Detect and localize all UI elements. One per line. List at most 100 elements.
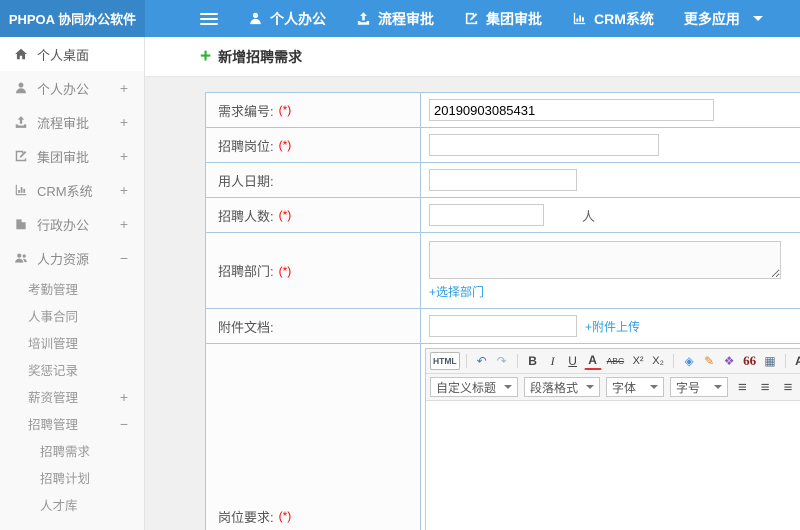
sidebar-item-label: 薪资管理 [28, 391, 79, 405]
sidebar-item-label: 集团审批 [37, 149, 90, 165]
italic-button[interactable]: I [544, 352, 562, 370]
sidebar-item-label: 奖惩记录 [28, 364, 79, 378]
caret-down-icon [752, 16, 763, 21]
caret-down-icon [586, 385, 595, 389]
expand-toggle[interactable]: − [120, 250, 128, 266]
value-cell: HTML↶↷BIUAABCX²X₂◈✎❖66▦A 自定义标题段落格式字体字号≡≡… [421, 344, 800, 530]
rich-text-editor: HTML↶↷BIUAABCX²X₂◈✎❖66▦A 自定义标题段落格式字体字号≡≡… [425, 348, 800, 530]
expand-toggle[interactable]: + [120, 389, 128, 405]
field-label: 招聘部门: [218, 264, 274, 279]
editor-content-area[interactable] [426, 401, 800, 530]
hamburger-icon [200, 17, 218, 20]
value-cell: 人 [421, 198, 800, 232]
align-right-button[interactable]: ≡ [780, 379, 797, 396]
align-left-button[interactable]: ≡ [734, 379, 751, 396]
sidebar-item-attendance-mgmt[interactable]: 考勤管理 [0, 275, 144, 302]
nav-item-label: 流程审批 [378, 10, 434, 27]
nav-item-personal-office[interactable]: 个人办公 [248, 9, 326, 29]
html-source-button[interactable]: HTML [430, 352, 460, 370]
nav-item-label: 个人办公 [270, 10, 326, 27]
font-size-select[interactable]: 字号 [670, 377, 729, 397]
nav-item-group-approval[interactable]: 集团审批 [464, 9, 542, 29]
sidebar-item-salary-mgmt[interactable]: 薪资管理 + [0, 383, 144, 410]
sidebar-item-recruit-plan[interactable]: 招聘计划 [0, 464, 144, 491]
select-label: 段落格式 [530, 380, 579, 395]
sidebar-item-group-approval[interactable]: 集团审批 + [0, 139, 144, 173]
nav-item-label: CRM系统 [594, 10, 654, 27]
sidebar-item-admin-office[interactable]: 行政办公 + [0, 207, 144, 241]
form-row-recruit-post: 招聘岗位: (*) [206, 128, 800, 163]
edit-icon [14, 149, 28, 163]
sidebar-item-personal-desktop[interactable]: 个人桌面 [0, 37, 144, 71]
sidebar-item-recruit-demand[interactable]: 招聘需求 [0, 437, 144, 464]
insert-table-button[interactable]: ▦ [761, 352, 779, 370]
sidebar-item-hr-contract[interactable]: 人事合同 [0, 302, 144, 329]
expand-toggle[interactable]: + [120, 114, 128, 130]
headcount-input[interactable] [429, 204, 544, 226]
undo-button[interactable]: ↶ [473, 352, 491, 370]
home-icon [14, 47, 28, 61]
field-label: 岗位要求: [218, 509, 274, 525]
form-row-attachment: 附件文档: +附件上传 [206, 309, 800, 344]
expand-toggle[interactable]: + [120, 148, 128, 164]
sidebar-item-recruit-mgmt[interactable]: 招聘管理 − [0, 410, 144, 437]
underline-button[interactable]: U [564, 352, 582, 370]
recruit-dept-textarea[interactable] [429, 241, 781, 279]
field-label: 需求编号: [218, 103, 274, 119]
label-cell: 需求编号: (*) [206, 93, 421, 127]
sidebar-item-human-resources[interactable]: 人力资源 − [0, 241, 144, 275]
select-dept-link[interactable]: +选择部门 [429, 283, 484, 300]
demand-no-input[interactable] [429, 99, 714, 121]
blockquote-button[interactable]: 66 [740, 352, 759, 370]
sidebar-item-personal-office[interactable]: 个人办公 + [0, 71, 144, 105]
strikethrough-button[interactable]: ABC [604, 352, 627, 370]
custom-title-select[interactable]: 自定义标题 [430, 377, 519, 397]
sidebar-item-talent-pool[interactable]: 人才库 [0, 491, 144, 518]
highlight-button[interactable]: ❖ [720, 352, 738, 370]
font-options-button[interactable]: A [792, 352, 800, 370]
toolbar-separator [785, 354, 787, 368]
eraser-button[interactable]: ◈ [680, 352, 698, 370]
field-label: 附件文档: [218, 319, 274, 335]
required-marker: (*) [278, 263, 292, 278]
sidebar-item-label: 行政办公 [37, 217, 90, 233]
expand-toggle[interactable]: + [120, 182, 128, 198]
caret-down-icon [504, 385, 513, 389]
field-label: 用人日期: [218, 173, 274, 189]
users-icon [14, 251, 28, 265]
user-icon [14, 81, 28, 95]
nav-item-crm-system[interactable]: CRM系统 [572, 9, 654, 29]
sidebar-item-label: 人力资源 [37, 251, 90, 267]
paragraph-format-select[interactable]: 段落格式 [524, 377, 601, 397]
expand-toggle[interactable]: − [120, 416, 128, 432]
sidebar-item-reward-punish[interactable]: 奖惩记录 [0, 356, 144, 383]
subscript-button[interactable]: X₂ [649, 352, 667, 370]
nav-item-workflow-approval[interactable]: 流程审批 [356, 9, 434, 29]
sidebar-item-training-mgmt[interactable]: 培训管理 [0, 329, 144, 356]
font-family-select[interactable]: 字体 [606, 377, 665, 397]
edit-icon [464, 11, 479, 26]
font-color-button[interactable]: A [583, 352, 602, 370]
main-content: + 新增招聘需求 需求编号: (*) 招聘岗位: (*) [145, 37, 800, 530]
value-cell [421, 163, 800, 197]
sidebar-item-crm-system[interactable]: CRM系统 + [0, 173, 144, 207]
sidebar-item-label: 招聘需求 [40, 445, 91, 459]
recruit-post-input[interactable] [429, 134, 659, 156]
bold-button[interactable]: B [524, 352, 542, 370]
expand-toggle[interactable]: + [120, 216, 128, 232]
format-brush-button[interactable]: ✎ [700, 352, 718, 370]
attachment-input[interactable] [429, 315, 577, 337]
menu-toggle[interactable] [200, 12, 218, 25]
caret-down-icon [650, 385, 659, 389]
nav-item-more-apps[interactable]: 更多应用 [684, 9, 763, 29]
toolbar-separator [673, 354, 675, 368]
value-cell [421, 93, 800, 127]
superscript-button[interactable]: X² [629, 352, 647, 370]
expand-toggle[interactable]: + [120, 80, 128, 96]
attachment-upload-link[interactable]: +附件上传 [585, 318, 640, 335]
sidebar-item-workflow-approval[interactable]: 流程审批 + [0, 105, 144, 139]
hire-date-input[interactable] [429, 169, 577, 191]
align-center-button[interactable]: ≡ [757, 379, 774, 396]
label-cell: 招聘部门: (*) [206, 233, 421, 308]
redo-button[interactable]: ↷ [493, 352, 511, 370]
